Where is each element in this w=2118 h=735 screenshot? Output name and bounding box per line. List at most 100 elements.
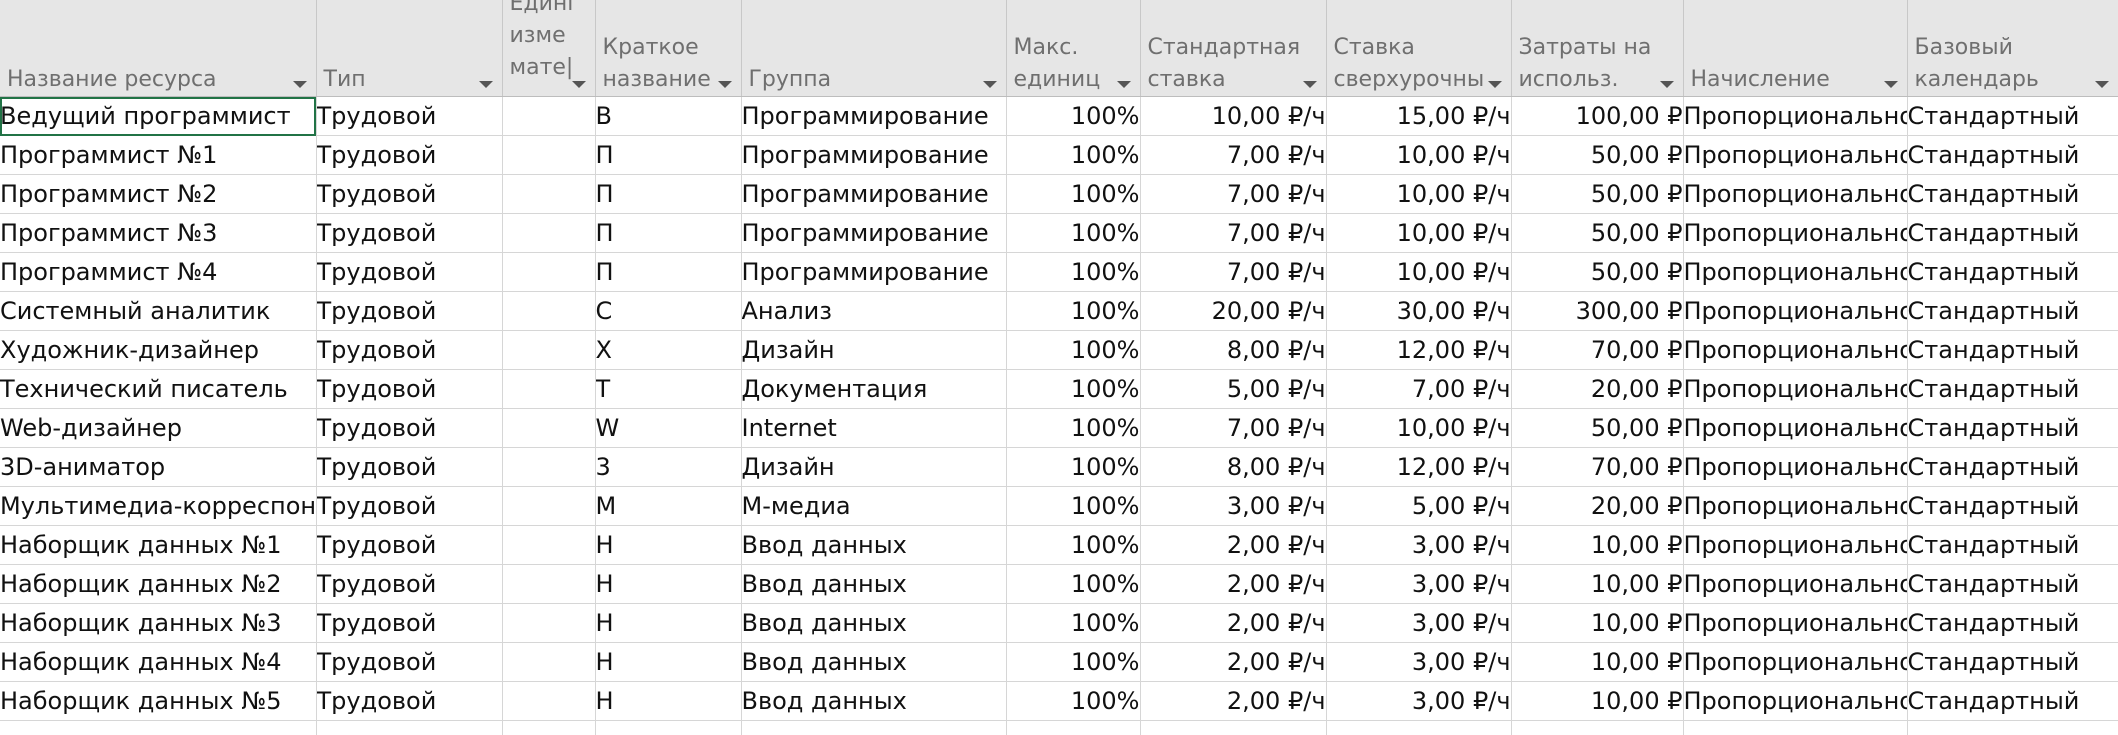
cell-type[interactable]: Трудовой xyxy=(316,253,502,292)
cell-type[interactable]: Трудовой xyxy=(316,682,502,721)
cell-resource-name[interactable]: Программист №3 xyxy=(0,214,316,253)
table-row[interactable]: Ведущий программистТрудовойВПрограммиров… xyxy=(0,97,2118,136)
cell-accrual[interactable]: Пропорционально xyxy=(1683,604,1907,643)
cell-type[interactable]: Трудовой xyxy=(316,643,502,682)
cell-cost-per-use[interactable]: 50,00 ₽ xyxy=(1511,409,1683,448)
column-header-cost-per-use[interactable]: Затраты на использ. xyxy=(1511,0,1683,97)
filter-dropdown-icon[interactable] xyxy=(1488,81,1502,88)
cell-material-units[interactable] xyxy=(502,604,595,643)
cell-max-units[interactable]: 100% xyxy=(1006,253,1140,292)
cell-standard-rate[interactable]: 3,00 ₽/ч xyxy=(1140,487,1326,526)
cell-resource-name[interactable]: Программист №2 xyxy=(0,175,316,214)
table-row[interactable]: Программист №1ТрудовойППрограммирование1… xyxy=(0,136,2118,175)
cell-resource-name[interactable]: Системный аналитик xyxy=(0,292,316,331)
cell-standard-rate[interactable]: 7,00 ₽/ч xyxy=(1140,409,1326,448)
column-header-group[interactable]: Группа xyxy=(741,0,1006,97)
column-header-name[interactable]: Название ресурса xyxy=(0,0,316,97)
cell-material-units[interactable] xyxy=(502,331,595,370)
cell-type[interactable]: Трудовой xyxy=(316,409,502,448)
cell-cost-per-use[interactable]: 100,00 ₽ xyxy=(1511,97,1683,136)
cell-base-calendar[interactable]: Стандартный xyxy=(1907,292,2118,331)
empty-cell[interactable] xyxy=(0,721,316,735)
cell-overtime-rate[interactable]: 3,00 ₽/ч xyxy=(1326,682,1511,721)
cell-base-calendar[interactable]: Стандартный xyxy=(1907,682,2118,721)
column-header-max-units[interactable]: Макс. единиц xyxy=(1006,0,1140,97)
empty-cell[interactable] xyxy=(1326,721,1511,735)
cell-resource-name[interactable]: Наборщик данных №5 xyxy=(0,682,316,721)
cell-accrual[interactable]: Пропорционально xyxy=(1683,526,1907,565)
cell-cost-per-use[interactable]: 10,00 ₽ xyxy=(1511,526,1683,565)
cell-standard-rate[interactable]: 2,00 ₽/ч xyxy=(1140,565,1326,604)
cell-standard-rate[interactable]: 7,00 ₽/ч xyxy=(1140,253,1326,292)
cell-max-units[interactable]: 100% xyxy=(1006,97,1140,136)
empty-cell[interactable] xyxy=(741,721,1006,735)
cell-short-name[interactable]: П xyxy=(595,253,741,292)
cell-accrual[interactable]: Пропорционально xyxy=(1683,643,1907,682)
cell-cost-per-use[interactable]: 50,00 ₽ xyxy=(1511,136,1683,175)
cell-material-units[interactable] xyxy=(502,565,595,604)
cell-cost-per-use[interactable]: 70,00 ₽ xyxy=(1511,331,1683,370)
cell-type[interactable]: Трудовой xyxy=(316,97,502,136)
cell-accrual[interactable]: Пропорционально xyxy=(1683,331,1907,370)
cell-material-units[interactable] xyxy=(502,487,595,526)
empty-cell[interactable] xyxy=(1511,721,1683,735)
cell-overtime-rate[interactable]: 10,00 ₽/ч xyxy=(1326,175,1511,214)
table-row[interactable]: Наборщик данных №5ТрудовойНВвод данных10… xyxy=(0,682,2118,721)
filter-dropdown-icon[interactable] xyxy=(479,81,493,88)
cell-standard-rate[interactable]: 2,00 ₽/ч xyxy=(1140,682,1326,721)
cell-accrual[interactable]: Пропорционально xyxy=(1683,370,1907,409)
column-header-accrual[interactable]: Начисление xyxy=(1683,0,1907,97)
table-row[interactable]: Web-дизайнерТрудовойWInternet100%7,00 ₽/… xyxy=(0,409,2118,448)
cell-max-units[interactable]: 100% xyxy=(1006,331,1140,370)
cell-accrual[interactable]: Пропорционально xyxy=(1683,136,1907,175)
cell-base-calendar[interactable]: Стандартный xyxy=(1907,448,2118,487)
cell-short-name[interactable]: П xyxy=(595,214,741,253)
cell-max-units[interactable]: 100% xyxy=(1006,604,1140,643)
cell-type[interactable]: Трудовой xyxy=(316,565,502,604)
cell-max-units[interactable]: 100% xyxy=(1006,526,1140,565)
cell-cost-per-use[interactable]: 50,00 ₽ xyxy=(1511,214,1683,253)
cell-material-units[interactable] xyxy=(502,136,595,175)
column-header-type[interactable]: Тип xyxy=(316,0,502,97)
cell-group[interactable]: Документация xyxy=(741,370,1006,409)
cell-cost-per-use[interactable]: 10,00 ₽ xyxy=(1511,565,1683,604)
cell-standard-rate[interactable]: 7,00 ₽/ч xyxy=(1140,175,1326,214)
cell-resource-name[interactable]: Художник-дизайнер xyxy=(0,331,316,370)
cell-type[interactable]: Трудовой xyxy=(316,604,502,643)
column-header-overtime-rate[interactable]: Ставка сверхурочны xyxy=(1326,0,1511,97)
cell-group[interactable]: Дизайн xyxy=(741,448,1006,487)
cell-max-units[interactable]: 100% xyxy=(1006,292,1140,331)
cell-group[interactable]: Ввод данных xyxy=(741,682,1006,721)
filter-dropdown-icon[interactable] xyxy=(1303,81,1317,88)
cell-standard-rate[interactable]: 5,00 ₽/ч xyxy=(1140,370,1326,409)
cell-base-calendar[interactable]: Стандартный xyxy=(1907,253,2118,292)
cell-cost-per-use[interactable]: 70,00 ₽ xyxy=(1511,448,1683,487)
cell-overtime-rate[interactable]: 3,00 ₽/ч xyxy=(1326,604,1511,643)
cell-resource-name[interactable]: Ведущий программист xyxy=(0,97,316,136)
cell-overtime-rate[interactable]: 12,00 ₽/ч xyxy=(1326,448,1511,487)
cell-overtime-rate[interactable]: 10,00 ₽/ч xyxy=(1326,214,1511,253)
cell-resource-name[interactable]: Мультимедиа-корреспондент xyxy=(0,487,316,526)
cell-base-calendar[interactable]: Стандартный xyxy=(1907,136,2118,175)
cell-standard-rate[interactable]: 7,00 ₽/ч xyxy=(1140,214,1326,253)
cell-max-units[interactable]: 100% xyxy=(1006,682,1140,721)
empty-cell[interactable] xyxy=(1683,721,1907,735)
cell-base-calendar[interactable]: Стандартный xyxy=(1907,370,2118,409)
cell-base-calendar[interactable]: Стандартный xyxy=(1907,331,2118,370)
cell-accrual[interactable]: Пропорционально xyxy=(1683,97,1907,136)
cell-accrual[interactable]: Пропорционально xyxy=(1683,682,1907,721)
cell-overtime-rate[interactable]: 15,00 ₽/ч xyxy=(1326,97,1511,136)
filter-dropdown-icon[interactable] xyxy=(1117,81,1131,88)
filter-dropdown-icon[interactable] xyxy=(1660,81,1674,88)
cell-overtime-rate[interactable]: 10,00 ₽/ч xyxy=(1326,253,1511,292)
cell-max-units[interactable]: 100% xyxy=(1006,214,1140,253)
cell-short-name[interactable]: Х xyxy=(595,331,741,370)
empty-row[interactable] xyxy=(0,721,2118,735)
cell-type[interactable]: Трудовой xyxy=(316,448,502,487)
cell-type[interactable]: Трудовой xyxy=(316,526,502,565)
empty-cell[interactable] xyxy=(1006,721,1140,735)
cell-cost-per-use[interactable]: 50,00 ₽ xyxy=(1511,253,1683,292)
cell-max-units[interactable]: 100% xyxy=(1006,370,1140,409)
filter-dropdown-icon[interactable] xyxy=(983,81,997,88)
cell-short-name[interactable]: С xyxy=(595,292,741,331)
